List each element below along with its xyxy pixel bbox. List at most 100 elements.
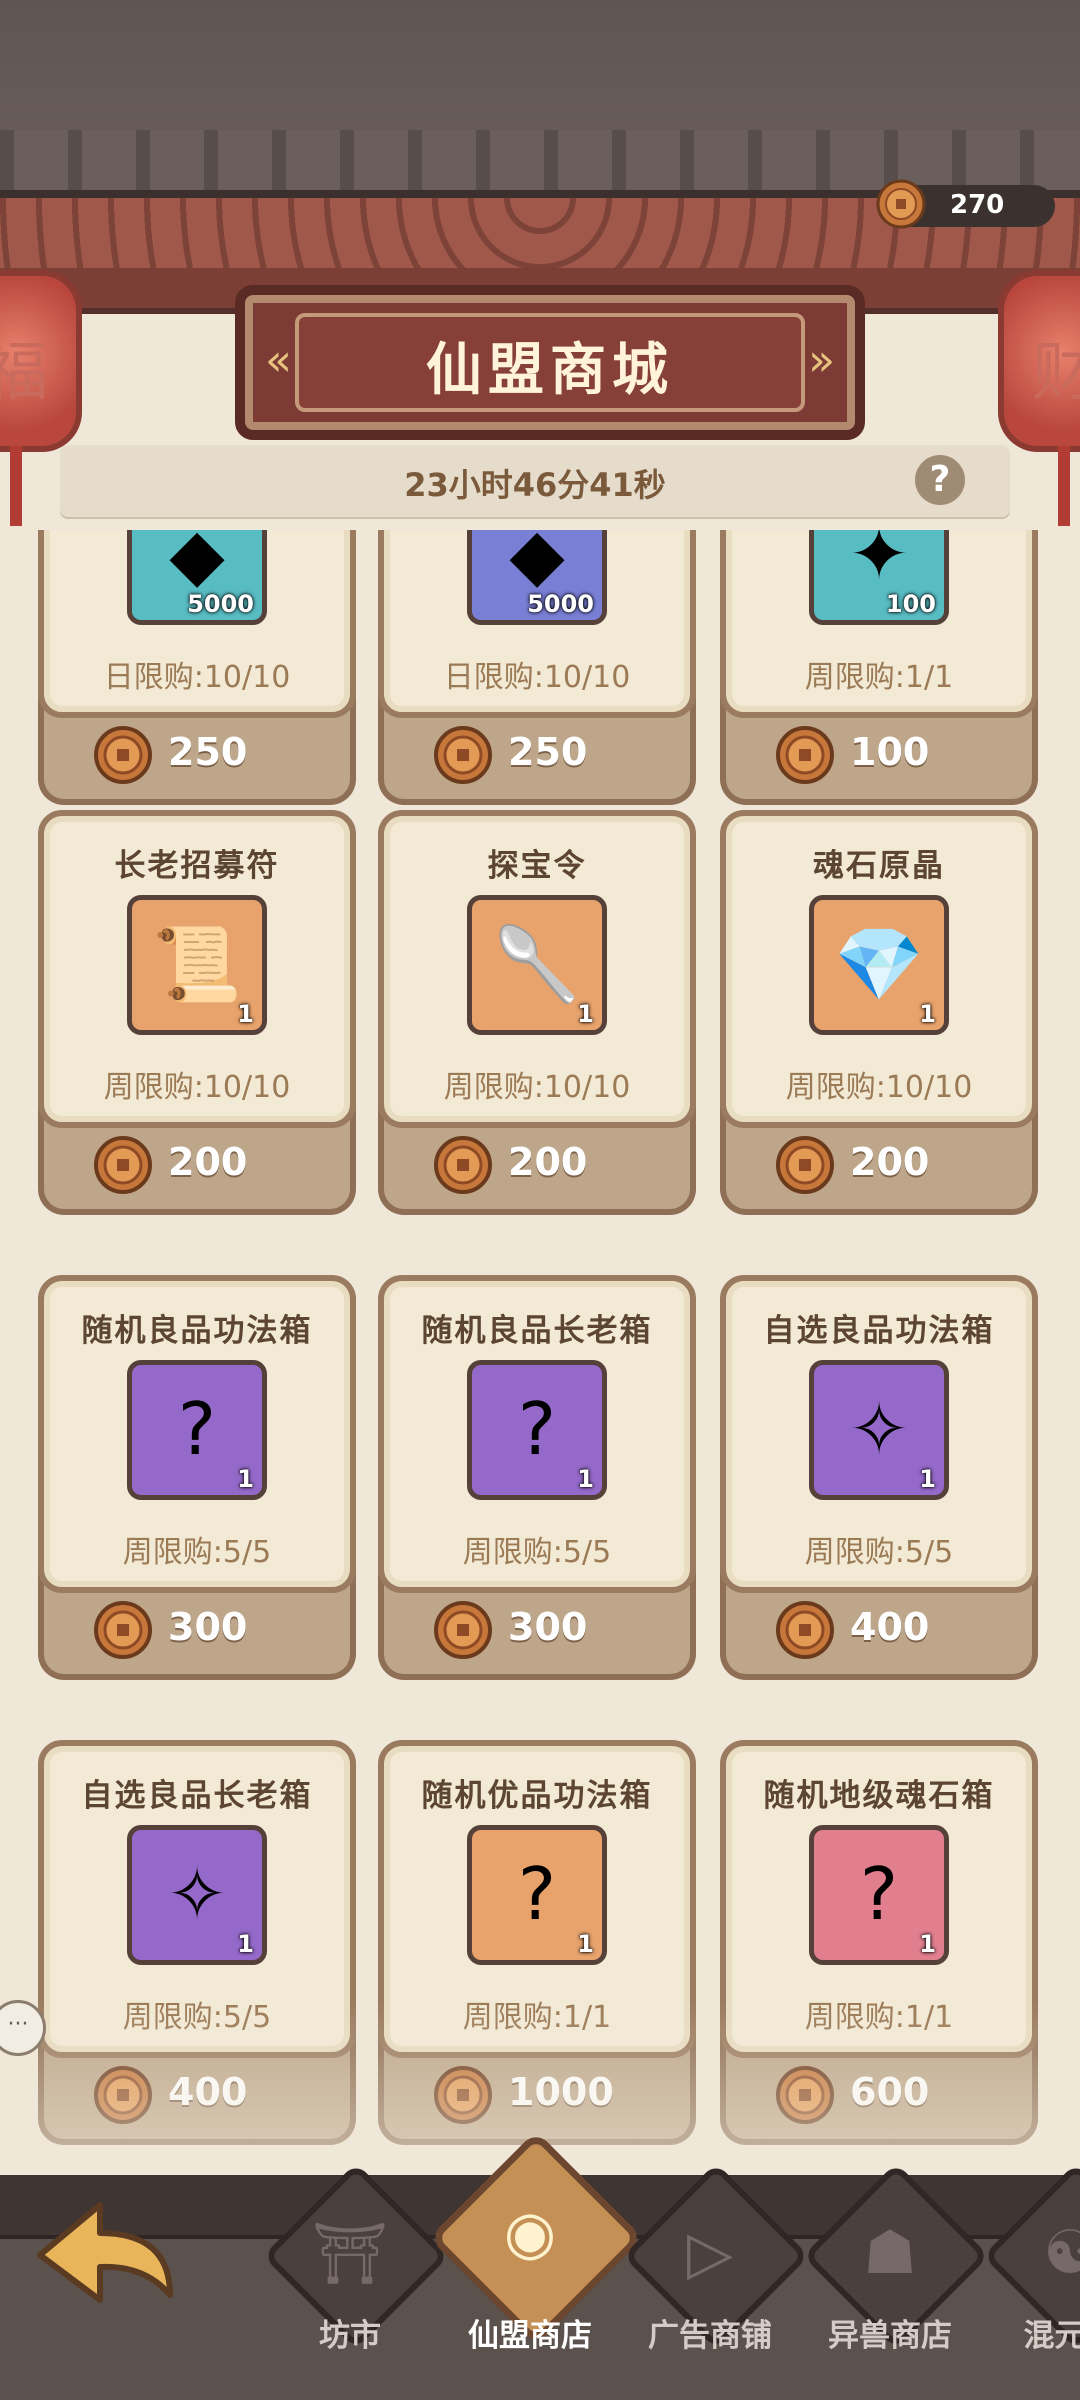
coin-icon xyxy=(775,725,835,785)
item-price: 200 xyxy=(168,1140,248,1184)
shop-item-card[interactable]: 随机良品长老箱? 1 周限购:5/5 300 xyxy=(378,1275,696,1705)
title-plaque: « » 仙盟商城 xyxy=(235,285,865,440)
hunyuan-shop-icon: ☯ xyxy=(1043,2218,1080,2288)
lantern-left-char: 福 xyxy=(0,336,48,410)
lantern-right-char: 财 xyxy=(1032,336,1080,410)
item-glyph: ✧ xyxy=(848,1387,910,1471)
nav-tab[interactable]: ☯ 混元商 xyxy=(982,2162,1080,2390)
item-icon[interactable]: ? 1 xyxy=(467,1825,607,1965)
item-icon[interactable]: ✧ 1 xyxy=(809,1360,949,1500)
item-glyph: 🥄 xyxy=(492,922,582,1006)
item-icon[interactable]: 🥄 1 xyxy=(467,895,607,1035)
item-glyph: 💎 xyxy=(834,922,924,1006)
purchase-limit: 周限购:5/5 xyxy=(122,1535,272,1570)
nav-tab-label: 异兽商店 xyxy=(828,2318,952,2354)
item-icon[interactable]: 💎 1 xyxy=(809,895,949,1035)
purchase-limit: 周限购:5/5 xyxy=(804,1535,954,1570)
bottom-fade xyxy=(0,2000,1080,2150)
purchase-limit: 周限购:10/10 xyxy=(785,1070,973,1105)
refresh-timer-bar: 23小时46分41秒 ? xyxy=(60,445,1010,517)
item-glyph: ◆ xyxy=(169,530,225,596)
purchase-limit: 周限购:5/5 xyxy=(462,1535,612,1570)
item-price: 300 xyxy=(508,1605,588,1649)
shop-item-card[interactable]: ◆ 5000 日限购:10/10 250 xyxy=(378,530,696,830)
coin-icon xyxy=(433,725,493,785)
item-name: 长老招募符 xyxy=(114,848,280,884)
nav-tab[interactable]: ⛩ 坊市 xyxy=(262,2162,450,2390)
item-icon[interactable]: ✦ 100 xyxy=(809,530,949,625)
item-icon[interactable]: ◆ 5000 xyxy=(127,530,267,625)
item-quantity: 1 xyxy=(237,1930,254,1958)
item-icon[interactable]: ? 1 xyxy=(467,1360,607,1500)
nav-tab[interactable]: ☗ 异兽商店 xyxy=(802,2162,990,2390)
purchase-limit: 周限购:10/10 xyxy=(443,1070,631,1105)
help-icon[interactable]: ? xyxy=(915,455,965,505)
purchase-limit: 周限购:1/1 xyxy=(804,660,954,695)
coin-icon xyxy=(433,1600,493,1660)
shop-item-card[interactable]: 随机良品功法箱? 1 周限购:5/5 300 xyxy=(38,1275,356,1705)
item-quantity: 1 xyxy=(919,1465,936,1493)
market-icon: ⛩ xyxy=(311,2219,389,2289)
coin-icon xyxy=(93,725,153,785)
item-quantity: 1 xyxy=(577,1000,594,1028)
shop-item-card[interactable]: 探宝令 🥄 1 周限购:10/10 200 xyxy=(378,810,696,1240)
nav-tab[interactable]: ▷ 广告商铺 xyxy=(622,2162,810,2390)
item-quantity: 1 xyxy=(919,1000,936,1028)
shop-item-card[interactable]: 长老招募符 📜 1 周限购:10/10 200 xyxy=(38,810,356,1240)
nav-tab-label: 广告商铺 xyxy=(648,2318,772,2354)
item-quantity: 1 xyxy=(237,1000,254,1028)
coin-icon xyxy=(876,179,926,229)
ad-shop-icon: ▷ xyxy=(686,2218,734,2288)
item-quantity: 5000 xyxy=(527,590,594,618)
item-quantity: 100 xyxy=(885,590,936,618)
lantern-left: 福 xyxy=(0,270,82,526)
item-glyph: ? xyxy=(517,1852,557,1936)
item-quantity: 5000 xyxy=(187,590,254,618)
item-icon[interactable]: ? 1 xyxy=(127,1360,267,1500)
item-name: 魂石原晶 xyxy=(813,848,945,884)
coin-icon xyxy=(775,1600,835,1660)
item-name: 自选良品长老箱 xyxy=(81,1778,313,1814)
coin-icon xyxy=(93,1135,153,1195)
coin-balance: 270 xyxy=(876,179,1055,229)
shop-item-card[interactable]: 魂石原晶 💎 1 周限购:10/10 200 xyxy=(720,810,1038,1240)
item-price: 100 xyxy=(850,730,930,774)
nav-tab-label: 仙盟商店 xyxy=(468,2318,592,2354)
item-name: 随机良品长老箱 xyxy=(421,1313,653,1349)
item-glyph: ? xyxy=(177,1387,217,1471)
item-glyph: ✦ xyxy=(848,530,910,596)
shop-item-card[interactable]: 自选良品功法箱 ✧ 1 周限购:5/5 400 xyxy=(720,1275,1038,1705)
item-glyph: ? xyxy=(859,1852,899,1936)
item-price: 250 xyxy=(168,730,248,774)
shop-item-card[interactable]: ✦ 100 周限购:1/1 100 xyxy=(720,530,1038,830)
alliance-shop-icon: ◉ xyxy=(503,2198,557,2268)
back-arrow-icon[interactable] xyxy=(30,2195,180,2325)
page-title: 仙盟商城 xyxy=(426,338,674,403)
item-quantity: 1 xyxy=(237,1465,254,1493)
item-price: 200 xyxy=(508,1140,588,1184)
shop-grid[interactable]: ◆ 5000 日限购:10/10 250 ◆ 5000 日限购:10/10 250 ✦ 100 周限… xyxy=(0,530,1080,2150)
item-icon[interactable]: 📜 1 xyxy=(127,895,267,1035)
item-glyph: ? xyxy=(517,1387,557,1471)
item-price: 400 xyxy=(850,1605,930,1649)
item-icon[interactable]: ✧ 1 xyxy=(127,1825,267,1965)
shop-item-card[interactable]: ◆ 5000 日限购:10/10 250 xyxy=(38,530,356,830)
lantern-right: 财 xyxy=(998,270,1080,526)
item-icon[interactable]: ◆ 5000 xyxy=(467,530,607,625)
item-quantity: 1 xyxy=(577,1465,594,1493)
item-price: 200 xyxy=(850,1140,930,1184)
item-quantity: 1 xyxy=(919,1930,936,1958)
nav-tab-label: 混元商 xyxy=(1023,2318,1080,2354)
item-name: 随机优品功法箱 xyxy=(421,1778,653,1814)
item-name: 随机良品功法箱 xyxy=(81,1313,313,1349)
item-name: 探宝令 xyxy=(487,848,587,884)
coin-balance-value: 270 xyxy=(950,190,1005,220)
item-icon[interactable]: ? 1 xyxy=(809,1825,949,1965)
coin-icon xyxy=(93,1600,153,1660)
item-glyph: 📜 xyxy=(152,922,242,1006)
purchase-limit: 日限购:10/10 xyxy=(443,660,631,695)
item-glyph: ◆ xyxy=(509,530,565,596)
nav-tab[interactable]: ◉ 仙盟商店 xyxy=(428,2130,644,2390)
purchase-limit: 周限购:10/10 xyxy=(103,1070,291,1105)
item-price: 300 xyxy=(168,1605,248,1649)
